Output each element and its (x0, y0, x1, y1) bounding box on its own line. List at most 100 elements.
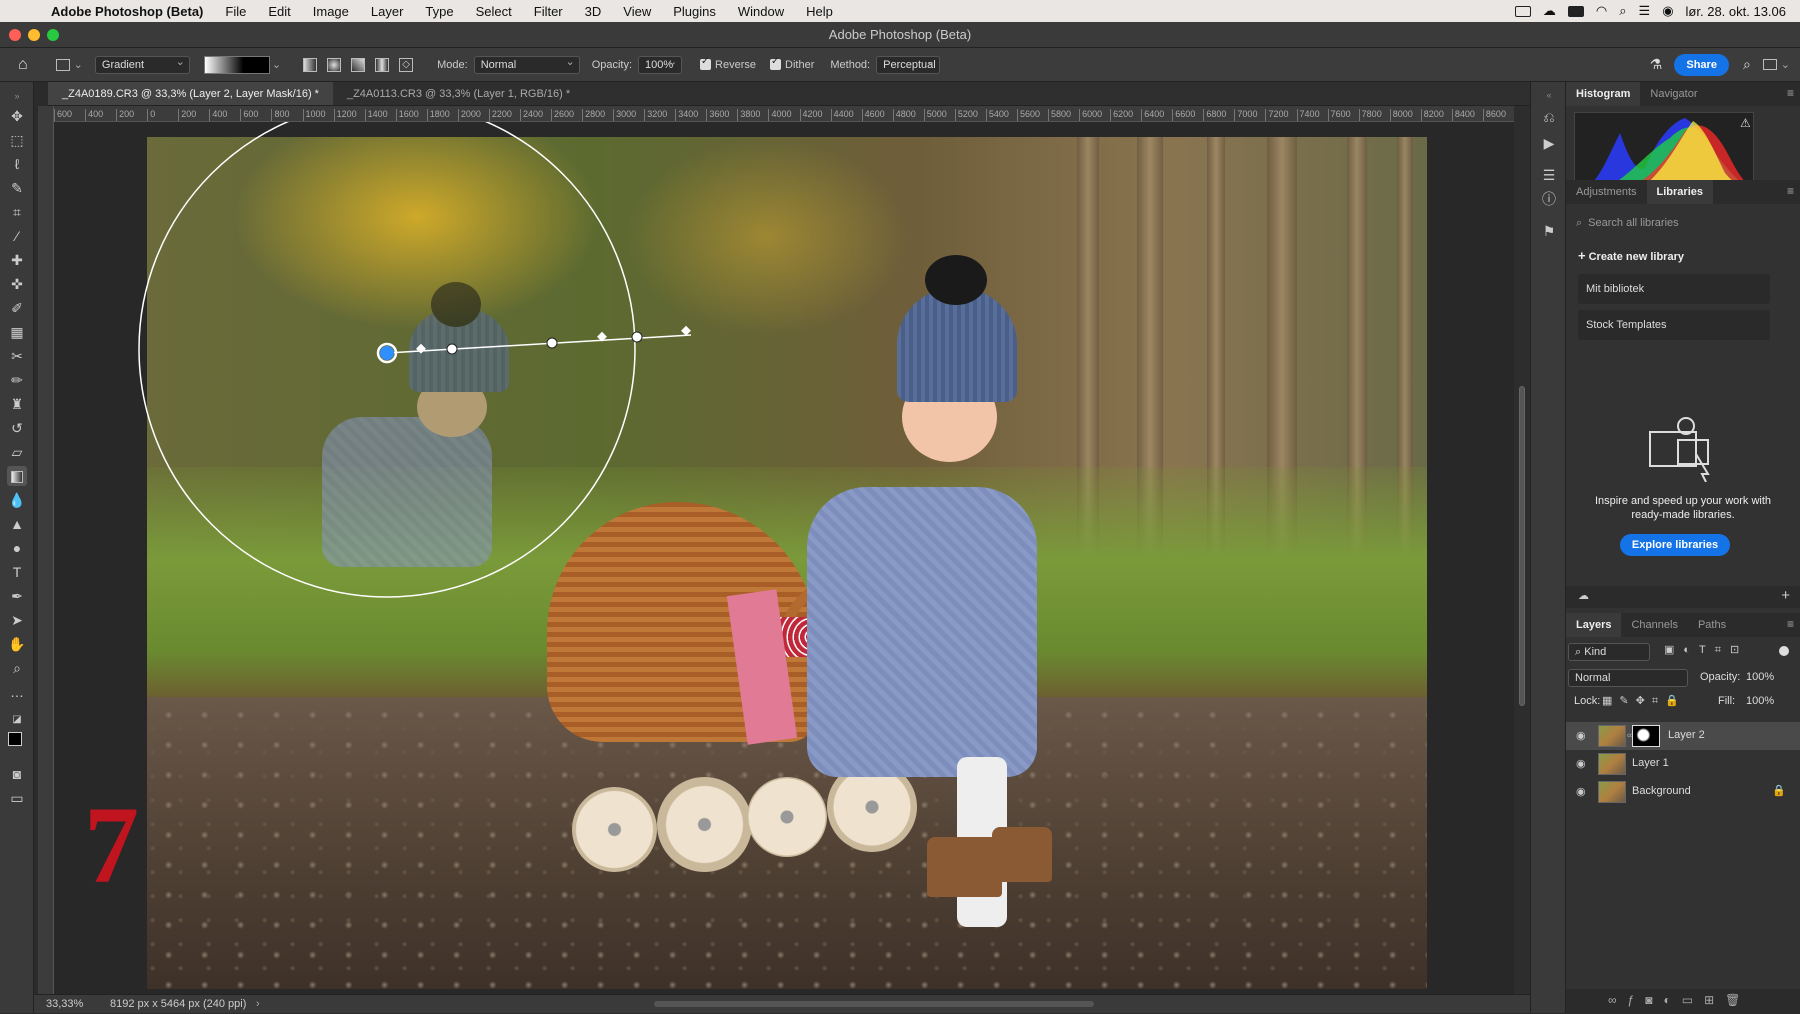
frame-icon[interactable]: ▦ (7, 322, 27, 342)
menubar-clock[interactable]: lør. 28. okt. 13.06 (1686, 4, 1786, 19)
dither-label[interactable]: Dither (785, 59, 814, 71)
dither-checkbox[interactable] (770, 56, 782, 70)
healing-icon[interactable]: ✚ (7, 250, 27, 270)
gradient-type-dropdown[interactable]: Gradient (94, 54, 190, 74)
control-center-icon[interactable]: ☰ (1639, 3, 1651, 19)
menu-window[interactable]: Window (727, 4, 795, 19)
horizontal-ruler[interactable]: 600 400 200 0 200 400 600 800 1000 1200 1400 1600 18… (54, 106, 1514, 122)
layer-thumbnail[interactable] (1598, 781, 1626, 803)
sharpen-icon[interactable]: ▲ (7, 514, 27, 534)
spotlight-search-icon[interactable]: ⌕ (1619, 3, 1626, 19)
layer-row-layer-2[interactable]: ◉ ∞ Layer 2 (1566, 722, 1800, 750)
workspace-icon[interactable] (1762, 59, 1777, 70)
close-window-button[interactable] (9, 29, 21, 41)
layer-kind-filter[interactable]: ⌕ Kind (1568, 643, 1650, 661)
screen-share-icon[interactable] (1514, 5, 1531, 17)
zoom-level[interactable]: 33,33% (46, 995, 83, 1014)
canvas-area[interactable]: 7 (54, 122, 1514, 994)
dodge-icon[interactable]: ● (7, 538, 27, 558)
diamond-gradient-icon[interactable]: ◇ (399, 57, 414, 72)
status-chevron-icon[interactable]: › (256, 995, 260, 1014)
gradient-preview-swatch[interactable] (203, 55, 270, 74)
type-icon[interactable]: T (7, 562, 27, 582)
workspace-chevron-icon[interactable]: ⌄ (1781, 58, 1790, 71)
siri-icon[interactable]: ◉ (1662, 3, 1673, 19)
gradient-stop-handle[interactable] (546, 337, 558, 349)
histogram-warning-icon[interactable]: ⚠ (1740, 116, 1751, 130)
properties-icon[interactable]: ☰ (1540, 166, 1558, 184)
gradient-icon[interactable] (7, 466, 27, 486)
tab-navigator[interactable]: Navigator (1640, 82, 1707, 106)
more-tools-icon[interactable]: … (7, 682, 27, 702)
history-icon[interactable]: ⎌ (1540, 108, 1558, 126)
reverse-label[interactable]: Reverse (715, 59, 756, 71)
tab-channels[interactable]: Channels (1621, 613, 1687, 637)
menu-type[interactable]: Type (414, 4, 464, 19)
path-select-icon[interactable]: ➤ (7, 610, 27, 630)
home-icon[interactable]: ⌂ (18, 56, 28, 74)
tool-preset-icon[interactable] (55, 58, 70, 71)
blend-mode-dropdown[interactable]: Normal (473, 54, 580, 74)
document-info[interactable]: 8192 px x 5464 px (240 ppi) (110, 995, 246, 1014)
angle-gradient-icon[interactable] (351, 57, 366, 72)
library-search-input[interactable]: Search all libraries (1588, 217, 1678, 229)
lasso-icon[interactable]: ℓ (7, 154, 27, 174)
create-library-button[interactable]: + Create new library (1578, 248, 1684, 263)
screen-mode-icon[interactable]: ▭ (7, 788, 27, 808)
menu-layer[interactable]: Layer (360, 4, 415, 19)
zoom-window-button[interactable] (47, 29, 59, 41)
fill-value[interactable]: 100% (1746, 695, 1774, 707)
tab-paths[interactable]: Paths (1688, 613, 1736, 637)
battery-icon[interactable] (1567, 5, 1584, 17)
layer-filter-icons[interactable]: ▣◐T⌗⊡ (1664, 643, 1748, 657)
visibility-eye-icon[interactable]: ◉ (1576, 785, 1586, 798)
tab-libraries[interactable]: Libraries (1646, 180, 1713, 204)
gradient-midpoint-diamond[interactable] (416, 343, 426, 354)
panel-menu-icon[interactable]: ≡ (1787, 86, 1794, 100)
method-dropdown[interactable]: Perceptual (876, 54, 941, 74)
spot-heal-icon[interactable]: ✜ (7, 274, 27, 294)
clone-stamp-icon[interactable]: ♜ (7, 394, 27, 414)
menu-filter[interactable]: Filter (523, 4, 574, 19)
scrollbar-thumb[interactable] (1519, 386, 1525, 706)
brush-icon[interactable]: ✐ (7, 298, 27, 318)
info-icon[interactable]: ⓘ (1540, 190, 1558, 208)
visibility-eye-icon[interactable]: ◉ (1576, 757, 1586, 770)
reverse-checkbox[interactable] (700, 56, 712, 70)
opacity-field[interactable]: 100% (638, 54, 683, 74)
expand-panels-icon[interactable]: « (1540, 86, 1558, 104)
gradient-preview-chevron-icon[interactable]: ⌄ (272, 58, 281, 71)
layer-row-layer-1[interactable]: ◉ Layer 1 (1566, 750, 1800, 778)
tab-z4a0189[interactable]: _Z4A0189.CR3 @ 33,3% (Layer 2, Layer Mas… (48, 82, 333, 105)
menu-help[interactable]: Help (795, 4, 844, 19)
layer-name[interactable]: Layer 1 (1632, 757, 1669, 769)
eyedropper-icon[interactable]: ⁄ (7, 226, 27, 246)
search-icon[interactable]: ⌕ (1743, 56, 1751, 73)
layer-opacity-value[interactable]: 100% (1746, 671, 1774, 683)
layer-mask-thumbnail[interactable] (1632, 725, 1660, 747)
layer-row-background[interactable]: ◉ Background 🔒 (1566, 778, 1800, 806)
gradient-tool-overlay[interactable]: 7 (54, 122, 1514, 994)
gradient-start-handle-fill[interactable] (380, 346, 394, 360)
menu-select[interactable]: Select (465, 4, 523, 19)
move-icon[interactable]: ✥ (7, 106, 27, 126)
history-brush-icon[interactable]: ↺ (7, 418, 27, 438)
app-menu[interactable]: Adobe Photoshop (Beta) (40, 4, 214, 19)
panel-menu-icon[interactable]: ≡ (1787, 184, 1794, 198)
collapse-toolbar-icon[interactable]: » (7, 86, 27, 106)
tool-preset-chevron-icon[interactable]: ⌄ (74, 58, 83, 71)
tab-adjustments[interactable]: Adjustments (1566, 180, 1647, 204)
layer-thumbnail[interactable] (1598, 753, 1626, 775)
library-item-mit-bibliotek[interactable]: Mit bibliotek (1578, 274, 1770, 304)
layer-footer-icons[interactable]: ∞ƒ◙◐▭⊞🗑 (1608, 993, 1751, 1007)
blur-icon[interactable]: 💧 (7, 490, 27, 510)
visibility-eye-icon[interactable]: ◉ (1576, 729, 1586, 742)
library-item-stock-templates[interactable]: Stock Templates (1578, 310, 1770, 340)
crop-icon[interactable]: ⌗ (7, 202, 27, 222)
panel-menu-icon[interactable]: ≡ (1787, 617, 1794, 631)
cloud-sync-icon[interactable]: ☁ (1578, 589, 1589, 602)
default-colors-icon[interactable]: ◪ (7, 710, 27, 730)
layer-name[interactable]: Layer 2 (1668, 729, 1705, 741)
canvas-vertical-scrollbar[interactable] (1514, 106, 1530, 994)
vertical-ruler[interactable] (38, 106, 54, 994)
